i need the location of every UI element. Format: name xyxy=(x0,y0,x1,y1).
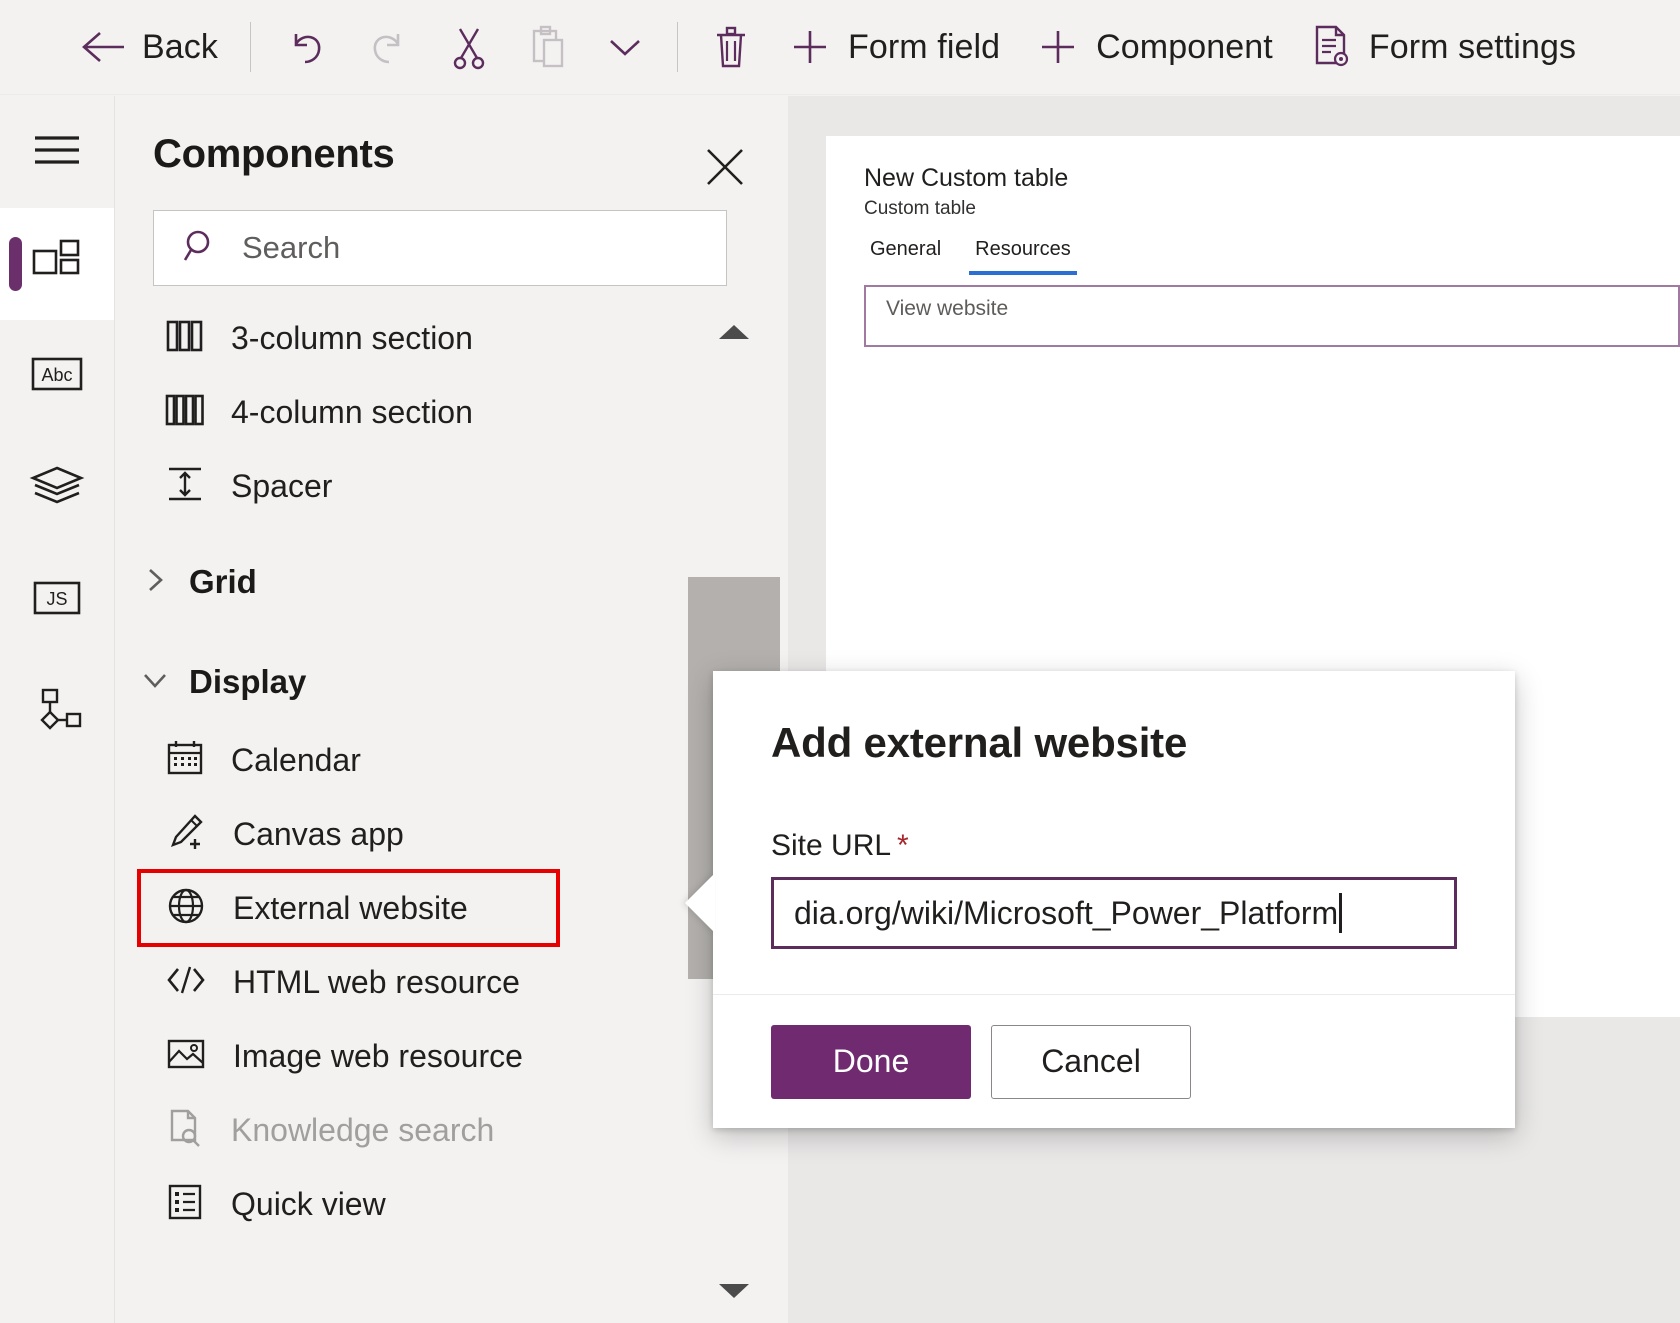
chevron-down-icon xyxy=(137,662,173,703)
table-columns-icon: Abc xyxy=(30,355,84,398)
paste-button[interactable] xyxy=(509,0,587,95)
component-label: 4-column section xyxy=(231,394,473,431)
image-icon xyxy=(165,1036,207,1077)
component-label: Quick view xyxy=(231,1186,386,1223)
cut-button[interactable] xyxy=(429,0,509,95)
required-asterisk: * xyxy=(897,829,909,862)
globe-icon xyxy=(165,885,207,932)
component-label: 3-column section xyxy=(231,320,473,357)
form-settings-icon xyxy=(1309,23,1353,71)
chevron-down-icon xyxy=(605,34,645,60)
component-label: External website xyxy=(233,890,468,927)
panel-title: Components xyxy=(153,132,394,177)
form-settings-button[interactable]: Form settings xyxy=(1291,0,1594,95)
left-rail: Abc JS xyxy=(0,96,114,1323)
form-subtitle: Custom table xyxy=(826,193,1680,220)
view-website-label: View website xyxy=(886,297,1008,321)
rail-item-javascript[interactable]: JS xyxy=(0,544,114,656)
component-label: Canvas app xyxy=(233,816,404,853)
delete-button[interactable] xyxy=(692,0,770,95)
three-column-icon xyxy=(165,318,205,359)
group-label: Grid xyxy=(189,563,257,601)
hamburger-menu-icon xyxy=(31,132,83,173)
search-placeholder: Search xyxy=(242,230,340,266)
toolbar-divider xyxy=(250,22,251,72)
quick-view-icon xyxy=(165,1183,205,1226)
svg-text:Abc: Abc xyxy=(41,365,72,385)
component-label: Spacer xyxy=(231,468,332,505)
relationships-icon xyxy=(29,686,85,739)
spacer-icon xyxy=(165,465,205,508)
chevron-right-icon xyxy=(137,562,173,603)
tab-general[interactable]: General xyxy=(864,238,947,275)
components-icon xyxy=(30,237,84,292)
text-cursor xyxy=(1339,893,1342,933)
search-input[interactable]: Search xyxy=(153,210,727,286)
rail-item-layers[interactable] xyxy=(0,432,114,544)
toolbar-divider-2 xyxy=(677,22,678,72)
rail-item-components[interactable] xyxy=(0,208,114,320)
knowledge-search-icon xyxy=(165,1108,205,1153)
scroll-down-button[interactable] xyxy=(688,1261,780,1321)
paste-options-button[interactable] xyxy=(587,0,663,95)
component-label: HTML web resource xyxy=(233,964,520,1001)
calendar-icon xyxy=(165,739,205,782)
hamburger-menu-button[interactable] xyxy=(0,96,114,208)
tab-resources[interactable]: Resources xyxy=(969,238,1077,275)
dialog-title: Add external website xyxy=(713,671,1515,767)
scroll-down-arrow-icon xyxy=(719,1284,749,1298)
dialog-body: Site URL* dia.org/wiki/Microsoft_Power_P… xyxy=(713,829,1515,949)
redo-button[interactable] xyxy=(347,0,429,95)
form-tabs: General Resources xyxy=(826,220,1680,275)
component-label: Knowledge search xyxy=(231,1112,494,1149)
javascript-icon: JS xyxy=(31,579,83,622)
view-website-field[interactable]: View website xyxy=(864,285,1680,347)
command-bar: Back xyxy=(0,0,1680,95)
undo-button[interactable] xyxy=(265,0,347,95)
svg-text:JS: JS xyxy=(46,589,67,609)
form-settings-label: Form settings xyxy=(1369,28,1576,67)
done-button[interactable]: Done xyxy=(771,1025,971,1099)
site-url-label-text: Site URL xyxy=(771,829,891,862)
component-external-website[interactable]: External website xyxy=(139,871,558,945)
scroll-up-arrow-icon xyxy=(719,325,749,339)
site-url-value: dia.org/wiki/Microsoft_Power_Platform xyxy=(794,895,1338,932)
code-icon xyxy=(165,963,207,1002)
rail-item-relationships[interactable] xyxy=(0,656,114,768)
paste-icon xyxy=(527,23,569,71)
redo-icon xyxy=(365,24,411,70)
dialog-footer: Done Cancel xyxy=(713,994,1515,1128)
form-field-label: Form field xyxy=(848,28,1000,67)
component-label: Image web resource xyxy=(233,1038,523,1075)
back-arrow-icon xyxy=(80,27,126,67)
form-title: New Custom table xyxy=(826,136,1680,193)
canvas-app-icon xyxy=(165,813,207,856)
dialog-callout-beak xyxy=(685,873,715,933)
plus-icon xyxy=(788,25,832,69)
plus-icon-2 xyxy=(1036,25,1080,69)
back-button[interactable]: Back xyxy=(62,0,236,95)
component-label: Component xyxy=(1096,28,1273,67)
add-form-field-button[interactable]: Form field xyxy=(770,0,1018,95)
rail-item-table-columns[interactable]: Abc xyxy=(0,320,114,432)
search-icon xyxy=(182,227,220,270)
four-column-icon xyxy=(165,392,205,433)
components-panel: Components Search xyxy=(114,96,788,1323)
cut-icon xyxy=(447,23,491,71)
site-url-label: Site URL* xyxy=(771,829,1457,863)
undo-icon xyxy=(283,24,329,70)
add-external-website-dialog: Add external website Site URL* dia.org/w… xyxy=(713,671,1515,1128)
scroll-up-button[interactable] xyxy=(688,302,780,362)
add-component-button[interactable]: Component xyxy=(1018,0,1291,95)
component-label: Calendar xyxy=(231,742,361,779)
cancel-button[interactable]: Cancel xyxy=(991,1025,1191,1099)
trash-icon xyxy=(710,23,752,71)
site-url-input[interactable]: dia.org/wiki/Microsoft_Power_Platform xyxy=(771,877,1457,949)
layers-icon xyxy=(29,464,85,513)
group-label: Display xyxy=(189,663,306,701)
back-label: Back xyxy=(142,28,218,67)
